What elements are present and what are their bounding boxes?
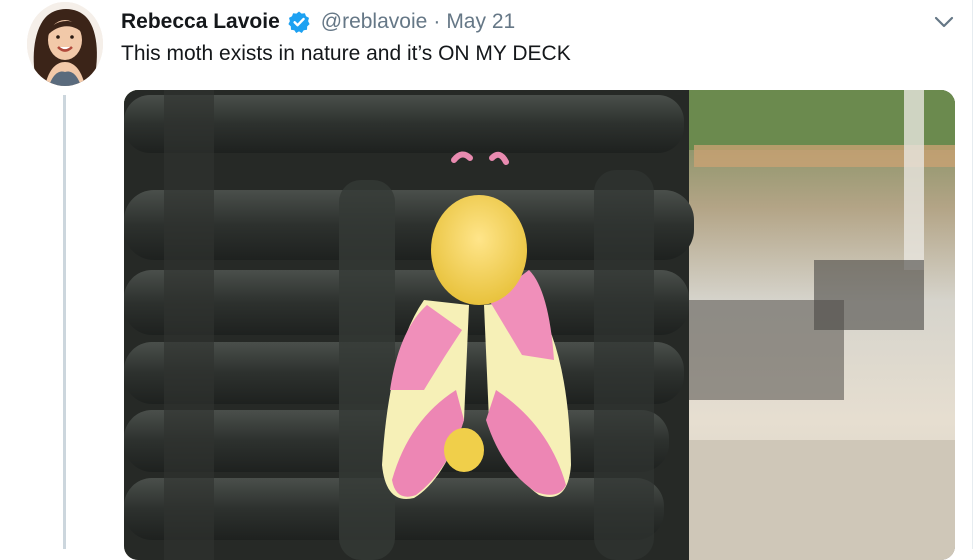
author-display-name[interactable]: Rebecca Lavoie	[121, 10, 280, 34]
avatar[interactable]	[27, 2, 103, 86]
verified-badge-icon	[287, 10, 311, 34]
tweet-photo[interactable]	[124, 90, 955, 560]
chevron-down-icon[interactable]	[932, 10, 956, 34]
author-handle[interactable]: @reblavoie	[321, 10, 428, 34]
timeline-border	[972, 0, 973, 549]
thread-connector-line	[63, 95, 66, 549]
tweet-date[interactable]: May 21	[446, 10, 515, 34]
separator-dot: ·	[433, 10, 441, 33]
tweet-text: This moth exists in nature and it’s ON M…	[121, 42, 571, 65]
tweet-header: Rebecca Lavoie @reblavoie · May 21	[121, 7, 515, 37]
